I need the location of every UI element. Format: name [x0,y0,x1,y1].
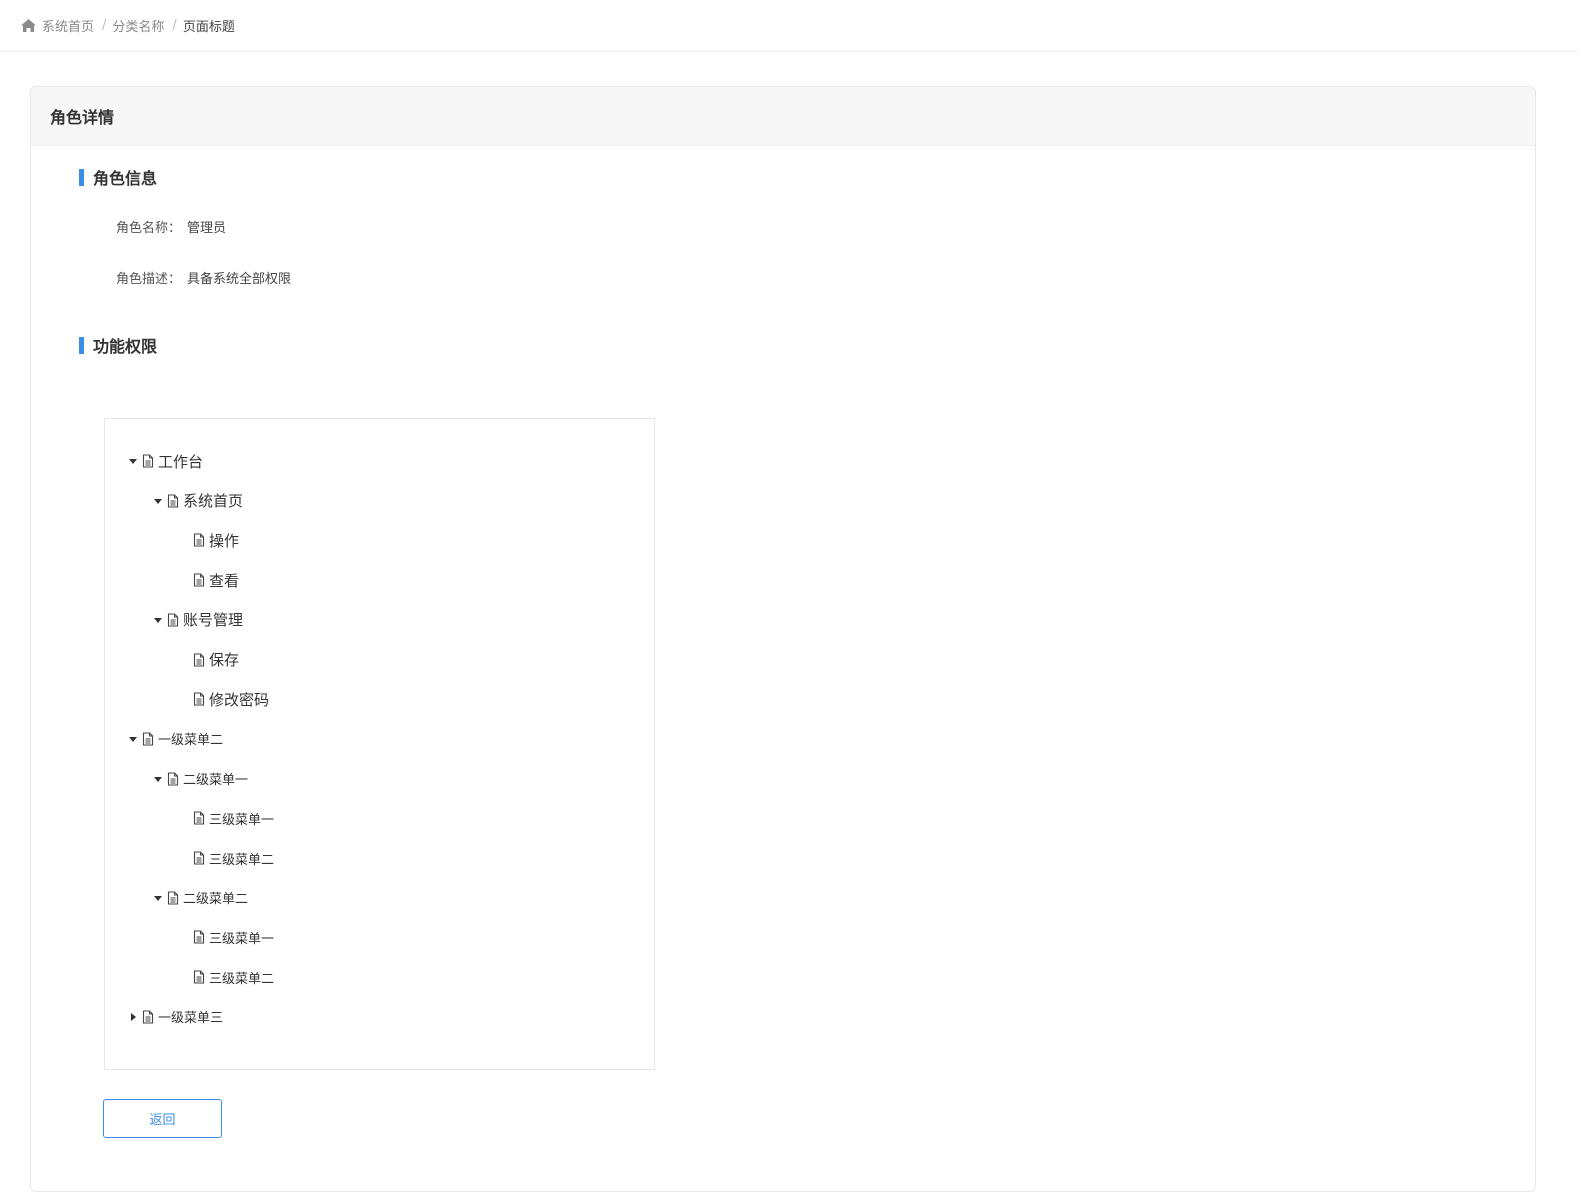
tree-node-label: 三级菜单一 [209,812,275,828]
tree-node-label: 账号管理 [183,611,244,630]
document-icon [193,652,205,667]
document-icon [142,732,154,746]
caret-down-icon[interactable] [153,774,163,784]
tree-node-label: 三级菜单一 [209,931,275,947]
tree-node[interactable]: 三级菜单二 [193,965,274,989]
panel-title: 角色详情 [31,87,1535,146]
section-title-text: 角色信息 [93,169,158,188]
role-detail-panel: 角色详情 角色信息 角色名称： 管理员 角色描述： 具备系统全部权限 功能权限 工作… [30,86,1536,1192]
breadcrumb-separator: / [172,17,177,33]
tree-node-label: 查看 [209,571,240,590]
permission-tree: 工作台 系统首页 操作 查看 账号管理 保存 修改密码 一级菜单二 二级菜单一 三级菜单一 三级菜单… [104,418,655,1070]
document-icon [193,930,205,944]
tree-node[interactable]: 保存 [193,648,239,672]
caret-down-icon[interactable] [153,893,163,903]
section-accent-bar [79,168,84,186]
role-name-value: 管理员 [187,221,227,236]
document-icon [193,533,205,547]
tree-node-label: 二级菜单一 [183,773,249,789]
section-title-text: 功能权限 [93,337,158,356]
top-bar: 系统首页 / 分类名称 / 页面标题 [0,0,1580,50]
section-role-info: 角色信息 [79,165,157,189]
document-icon [167,494,179,508]
caret-right-icon[interactable] [128,1012,138,1022]
tree-node[interactable]: 三级菜单一 [193,806,274,830]
role-desc-field: 角色描述： 具备系统全部权限 [116,268,291,287]
document-icon [167,772,179,786]
breadcrumb-separator: / [102,17,107,33]
tree-node-label: 一级菜单三 [158,1011,224,1027]
tree-node[interactable]: 修改密码 [193,687,269,711]
tree-node[interactable]: 工作台 [128,449,203,473]
tree-node-label: 保存 [209,651,240,669]
document-icon [167,891,179,905]
section-permissions: 功能权限 [79,333,157,357]
document-icon [193,851,205,865]
role-name-label: 角色名称： [116,221,182,236]
document-icon [193,970,205,984]
document-icon [167,613,179,627]
breadcrumb-category[interactable]: 分类名称 [112,16,164,35]
tree-node[interactable]: 二级菜单二 [153,886,248,910]
tree-node-label: 修改密码 [209,690,270,709]
breadcrumb: 系统首页 / 分类名称 / 页面标题 [0,16,235,35]
caret-down-icon[interactable] [153,496,163,506]
tree-node[interactable]: 三级菜单一 [193,925,274,949]
tree-node[interactable]: 操作 [193,528,239,552]
caret-down-icon[interactable] [128,734,138,744]
home-icon[interactable] [20,18,37,33]
tree-node-label: 三级菜单二 [209,971,275,987]
tree-node-label: 三级菜单二 [209,852,275,868]
document-icon [193,811,205,825]
document-icon [142,454,154,468]
breadcrumb-current: 页面标题 [182,19,235,35]
section-accent-bar [79,336,84,354]
back-button[interactable]: 返回 [103,1099,222,1138]
role-desc-value: 具备系统全部权限 [187,272,292,287]
caret-down-icon[interactable] [128,456,138,466]
tree-node[interactable]: 系统首页 [153,489,243,513]
tree-node[interactable]: 二级菜单一 [153,767,248,791]
tree-node-label: 二级菜单二 [183,892,249,908]
tree-node[interactable]: 三级菜单二 [193,846,274,870]
tree-node[interactable]: 一级菜单三 [128,1005,223,1029]
document-icon [193,573,205,587]
caret-down-icon[interactable] [153,615,163,625]
breadcrumb-home[interactable]: 系统首页 [42,16,94,35]
document-icon [193,692,205,706]
tree-node-label: 工作台 [158,452,204,471]
tree-node-label: 系统首页 [183,492,244,511]
tree-node-label: 操作 [209,531,240,550]
role-desc-label: 角色描述： [116,272,182,287]
tree-node[interactable]: 账号管理 [153,608,243,632]
role-name-field: 角色名称： 管理员 [116,217,226,236]
tree-node[interactable]: 一级菜单二 [128,727,223,751]
tree-node-label: 一级菜单二 [158,733,224,749]
document-icon [142,1010,154,1024]
tree-node[interactable]: 查看 [193,568,239,592]
